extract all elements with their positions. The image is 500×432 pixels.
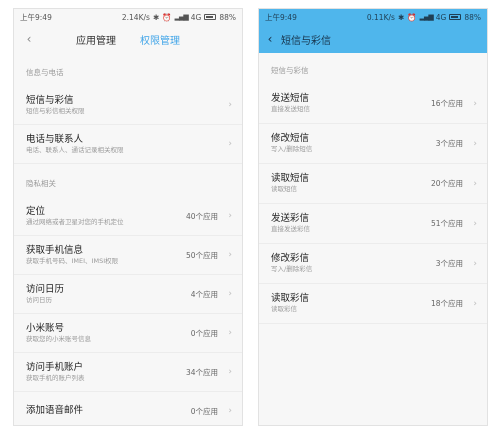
chevron-right-icon: › (473, 258, 477, 269)
item-subtitle: 写入/删除短信 (271, 145, 313, 153)
item-subtitle: 直接发送彩信 (271, 225, 310, 233)
list-item-calendar[interactable]: 访问日历 访问日历 4个应用 › (14, 275, 242, 314)
chevron-right-icon: › (473, 298, 477, 309)
item-title: 访问手机账户 (26, 361, 84, 373)
back-arrow-icon[interactable]: ‹ (18, 32, 40, 46)
app-count: 16个应用 (430, 99, 463, 108)
chevron-right-icon: › (228, 100, 232, 110)
bluetooth-icon: ✱ (397, 12, 405, 22)
section-header-info-phone: 信息与电话 (26, 68, 64, 77)
bluetooth-icon: ✱ (152, 12, 160, 22)
battery-level: 88% (219, 12, 236, 22)
chevron-right-icon: › (473, 98, 477, 109)
alarm-icon: ⏰ (162, 12, 172, 22)
section-header-privacy: 隐私相关 (26, 179, 56, 188)
back-arrow-icon[interactable]: ‹ (259, 32, 281, 46)
app-count: 18个应用 (430, 299, 463, 308)
chevron-right-icon: › (473, 178, 477, 189)
nav-bar: ‹ 短信与彩信 (259, 25, 487, 53)
tab-app-management[interactable]: 应用管理 (76, 32, 116, 47)
app-count: 51个应用 (430, 219, 463, 228)
item-subtitle: 电话、联系人、通话记录相关权限 (26, 145, 124, 154)
alarm-icon: ⏰ (407, 12, 417, 22)
network-type: 4G (190, 12, 202, 22)
battery-icon (204, 14, 217, 20)
app-count: 0个应用 (190, 406, 218, 416)
app-count: 34个应用 (185, 367, 218, 377)
tab-permission-management[interactable]: 权限管理 (140, 32, 180, 47)
status-time: 上午9:49 (265, 12, 297, 22)
item-subtitle: 读取彩信 (271, 305, 297, 313)
chevron-right-icon: › (473, 138, 477, 149)
app-count: 20个应用 (430, 179, 463, 188)
item-title: 发送短信 (271, 93, 310, 104)
app-count: 3个应用 (435, 139, 463, 148)
chevron-right-icon: › (228, 250, 232, 260)
signal-icon: ▂▄▆ (419, 13, 434, 21)
chevron-right-icon: › (228, 289, 232, 299)
item-title: 访问日历 (26, 283, 65, 295)
item-subtitle: 获取您的小米账号信息 (26, 334, 91, 343)
app-count: 40个应用 (185, 211, 218, 221)
chevron-right-icon: › (473, 218, 477, 229)
app-count: 3个应用 (435, 259, 463, 268)
list-item-read-mms[interactable]: 读取彩信 读取彩信 18个应用 › (259, 284, 487, 324)
list-item-send-sms[interactable]: 发送短信 直接发送短信 16个应用 › (259, 84, 487, 124)
list-item-sms-mms[interactable]: 短信与彩信 短信与彩信相关权限 › (14, 86, 242, 125)
app-count: 50个应用 (185, 250, 218, 260)
item-subtitle: 写入/删除彩信 (271, 265, 313, 273)
battery-icon (449, 14, 462, 20)
app-count: 0个应用 (190, 328, 218, 338)
chevron-right-icon: › (228, 406, 232, 416)
list-item-phone-info[interactable]: 获取手机信息 获取手机号码、IMEI、IMSI权限 50个应用 › (14, 236, 242, 275)
list-item-modify-mms[interactable]: 修改彩信 写入/删除彩信 3个应用 › (259, 244, 487, 284)
battery-level: 88% (464, 12, 481, 22)
section-header-sms-mms: 短信与彩信 (271, 66, 309, 75)
item-subtitle: 直接发送短信 (271, 105, 310, 113)
list-item-phone-accounts[interactable]: 访问手机账户 获取手机的账户列表 34个应用 › (14, 353, 242, 392)
list-item-modify-sms[interactable]: 修改短信 写入/删除短信 3个应用 › (259, 124, 487, 164)
list-item-phone-contacts[interactable]: 电话与联系人 电话、联系人、通话记录相关权限 › (14, 125, 242, 164)
signal-icon: ▂▄▆ (174, 13, 189, 21)
item-title: 获取手机信息 (26, 244, 84, 256)
status-bar: 上午9:49 0.11K/s ✱ ⏰ ▂▄▆ 4G 88% (259, 9, 487, 25)
page-title: 短信与彩信 (281, 35, 331, 47)
list-item-mi-account[interactable]: 小米账号 获取您的小米账号信息 0个应用 › (14, 314, 242, 353)
list-item-read-sms[interactable]: 读取短信 读取短信 20个应用 › (259, 164, 487, 204)
item-title: 短信与彩信 (26, 94, 74, 106)
list-item-send-mms[interactable]: 发送彩信 直接发送彩信 51个应用 › (259, 204, 487, 244)
nav-bar: ‹ 应用管理 权限管理 (14, 25, 242, 53)
item-title: 读取短信 (271, 173, 310, 184)
item-subtitle: 访问日历 (26, 295, 52, 304)
status-bar: 上午9:49 2.14K/s ✱ ⏰ ▂▄▆ 4G 88% (14, 9, 242, 25)
item-title: 添加语音邮件 (26, 405, 84, 416)
right-phone-screen: 上午9:49 0.11K/s ✱ ⏰ ▂▄▆ 4G 88% ‹ 短信与彩信 短信… (258, 8, 488, 426)
item-subtitle: 通过网络或者卫星对您的手机定位 (26, 217, 124, 226)
item-subtitle: 获取手机的账户列表 (26, 373, 85, 382)
status-right: 0.11K/s ✱ ⏰ ▂▄▆ 4G 88% (367, 13, 481, 22)
chevron-right-icon: › (228, 367, 232, 377)
chevron-right-icon: › (228, 139, 232, 149)
item-title: 电话与联系人 (26, 133, 84, 145)
item-title: 修改彩信 (271, 253, 310, 264)
app-count: 4个应用 (190, 289, 218, 299)
chevron-right-icon: › (228, 328, 232, 338)
item-subtitle: 获取手机号码、IMEI、IMSI权限 (26, 256, 119, 265)
item-title: 读取彩信 (271, 293, 310, 304)
status-right: 2.14K/s ✱ ⏰ ▂▄▆ 4G 88% (122, 13, 236, 22)
list-item-add-voicemail[interactable]: 添加语音邮件 0个应用 › (14, 392, 242, 425)
status-time: 上午9:49 (20, 12, 52, 22)
item-title: 定位 (26, 205, 46, 217)
network-type: 4G (435, 12, 447, 22)
item-title: 小米账号 (26, 322, 65, 334)
item-title: 修改短信 (271, 133, 310, 144)
network-speed: 0.11K/s (366, 12, 395, 22)
left-phone-screen: 上午9:49 2.14K/s ✱ ⏰ ▂▄▆ 4G 88% ‹ 应用管理 权限管… (13, 8, 243, 426)
item-subtitle: 短信与彩信相关权限 (26, 106, 85, 115)
item-title: 发送彩信 (271, 213, 310, 224)
item-subtitle: 读取短信 (271, 185, 297, 193)
network-speed: 2.14K/s (121, 12, 150, 22)
chevron-right-icon: › (228, 211, 232, 221)
list-item-location[interactable]: 定位 通过网络或者卫星对您的手机定位 40个应用 › (14, 197, 242, 236)
